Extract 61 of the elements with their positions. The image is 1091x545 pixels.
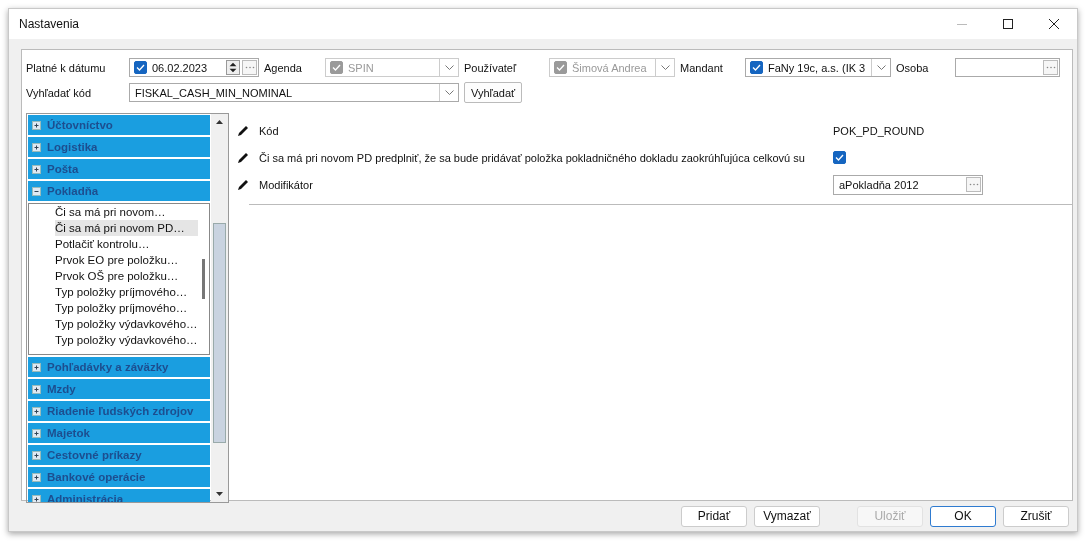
- close-icon[interactable]: [1049, 19, 1059, 29]
- pencil-icon[interactable]: [237, 151, 249, 164]
- scrollbar-thumb[interactable]: [201, 259, 205, 299]
- plus-icon[interactable]: [32, 362, 41, 372]
- plus-icon[interactable]: [32, 384, 41, 394]
- setting-label: Modifikátor: [259, 178, 314, 191]
- plus-icon[interactable]: [32, 428, 41, 438]
- list-item[interactable]: Typ položky výdavkového…: [55, 316, 198, 332]
- date-label: Platné k dátumu: [26, 61, 107, 74]
- person-label: Osoba: [896, 61, 930, 74]
- pencil-icon[interactable]: [237, 178, 249, 191]
- dialog-button[interactable]: Zrušiť: [1003, 505, 1069, 527]
- list-item[interactable]: Typ položky príjmového…: [55, 284, 198, 300]
- person-field[interactable]: [955, 58, 1060, 77]
- minus-icon[interactable]: [32, 186, 41, 196]
- plus-icon[interactable]: [32, 142, 41, 152]
- chevron-down-icon: [444, 65, 454, 70]
- plus-icon[interactable]: [32, 494, 41, 502]
- list-item[interactable]: Či sa má pri novom…: [55, 204, 198, 220]
- combo-field[interactable]: FaNy 19c, a.s. (IK 3: [745, 58, 891, 77]
- chevron-down-icon: [876, 65, 886, 70]
- ellipsis-icon: [1045, 66, 1056, 69]
- plus-icon[interactable]: [32, 120, 41, 130]
- ellipsis-icon: [244, 66, 255, 69]
- maximize-icon[interactable]: [1003, 19, 1013, 29]
- list-item[interactable]: Prvok OŠ pre položku…: [55, 268, 198, 284]
- list-item[interactable]: Potlačiť kontrolu…: [55, 236, 198, 252]
- dialog-button[interactable]: OK: [930, 505, 996, 527]
- dialog-button[interactable]: Vymazať: [754, 505, 820, 527]
- list-item[interactable]: Typ položky príjmového…: [55, 300, 198, 316]
- scroll-up-icon[interactable]: [216, 120, 223, 124]
- picker-field[interactable]: aPokladňa 2012: [833, 174, 983, 195]
- plus-icon[interactable]: [32, 406, 41, 416]
- list-item[interactable]: Typ položky výdavkového…: [55, 332, 198, 348]
- pencil-icon[interactable]: [237, 124, 249, 137]
- code-search-label: Vyhľadať kód: [26, 86, 93, 99]
- setting-label: Či sa má pri novom PD predplniť, že sa bude pridávať položka pokladničného dokladu zaokrúhľujúca celkovú su: [259, 151, 806, 164]
- user-label: Používateľ: [464, 61, 518, 74]
- checkbox[interactable]: [134, 61, 147, 74]
- chevron-down-icon: [444, 90, 454, 95]
- checkbox[interactable]: [750, 61, 763, 74]
- date-field[interactable]: 06.02.2023: [129, 58, 259, 77]
- code-search-field[interactable]: FISKAL_CASH_MIN_NOMINAL: [129, 83, 459, 102]
- scrollbar-thumb[interactable]: [213, 223, 226, 443]
- scroll-down-icon[interactable]: [216, 492, 223, 496]
- plus-icon[interactable]: [32, 450, 41, 460]
- agenda-label: Agenda: [264, 61, 303, 74]
- checkbox[interactable]: [833, 151, 846, 164]
- search-button[interactable]: Vyhľadať: [464, 82, 523, 103]
- plus-icon[interactable]: [32, 164, 41, 174]
- mandant-label: Mandant: [680, 61, 724, 74]
- plus-icon[interactable]: [32, 472, 41, 482]
- dialog-button[interactable]: Pridať: [681, 505, 747, 527]
- spinner-icon[interactable]: [226, 60, 240, 75]
- list-item[interactable]: Či sa má pri novom PD…: [55, 220, 198, 236]
- chevron-down-icon: [660, 65, 670, 70]
- ellipsis-icon: [968, 183, 979, 186]
- setting-label: Kód: [259, 124, 280, 137]
- setting-value: POK_PD_ROUND: [833, 124, 925, 137]
- window-title: Nastavenia: [19, 17, 81, 31]
- list-item[interactable]: Prvok EO pre položku…: [55, 252, 198, 268]
